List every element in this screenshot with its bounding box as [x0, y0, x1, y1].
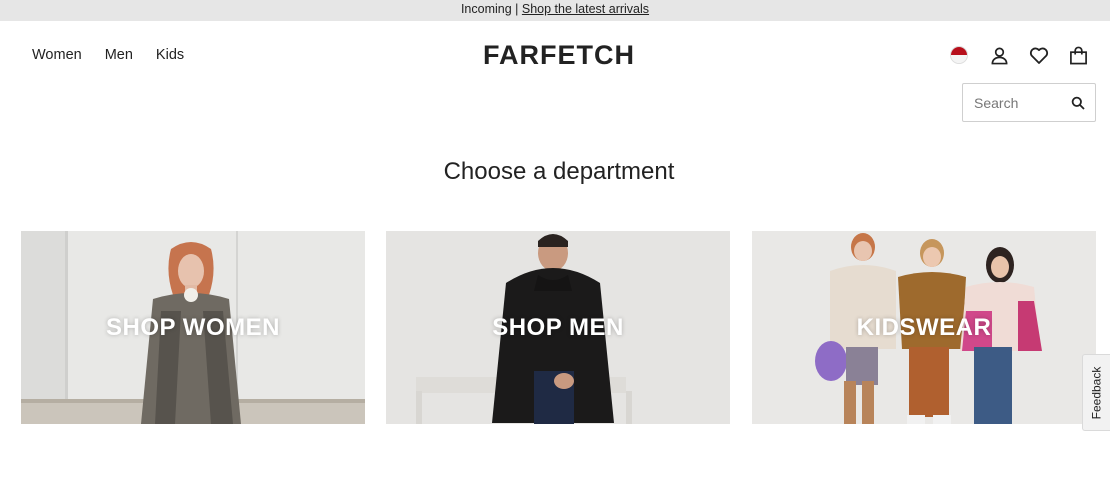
shopping-bag-icon — [1069, 46, 1087, 64]
japan-flag-icon — [950, 46, 968, 64]
shop-women-card[interactable]: SHOP WOMEN — [21, 231, 365, 424]
heart-icon — [1029, 47, 1049, 64]
shopping-bag-button[interactable] — [1067, 44, 1089, 66]
search-box — [962, 83, 1096, 122]
feedback-label: Feedback — [1089, 366, 1104, 419]
announcement-text: Incoming | — [460, 2, 519, 16]
header-icons — [948, 44, 1089, 66]
user-icon — [991, 47, 1007, 64]
kidswear-card[interactable]: KIDSWEAR — [752, 231, 1096, 424]
search-input[interactable] — [974, 94, 1064, 111]
brand-logo[interactable]: FARFETCH — [0, 40, 1110, 71]
shop-latest-arrivals-link[interactable]: Shop the latest arrivals — [522, 2, 649, 16]
announcement-bar: Incoming | Shop the latest arrivals — [0, 0, 1110, 21]
feedback-tab[interactable]: Feedback — [1082, 354, 1110, 431]
shop-men-label: SHOP MEN — [492, 313, 624, 341]
search-icon[interactable] — [1071, 96, 1085, 110]
country-selector-button[interactable] — [948, 44, 970, 66]
page-heading: Choose a department — [443, 158, 675, 185]
wishlist-button[interactable] — [1028, 44, 1050, 66]
shop-men-card[interactable]: SHOP MEN — [386, 231, 730, 424]
account-button[interactable] — [988, 44, 1010, 66]
shop-women-label: SHOP WOMEN — [106, 313, 280, 341]
kidswear-label: KIDSWEAR — [856, 313, 992, 341]
